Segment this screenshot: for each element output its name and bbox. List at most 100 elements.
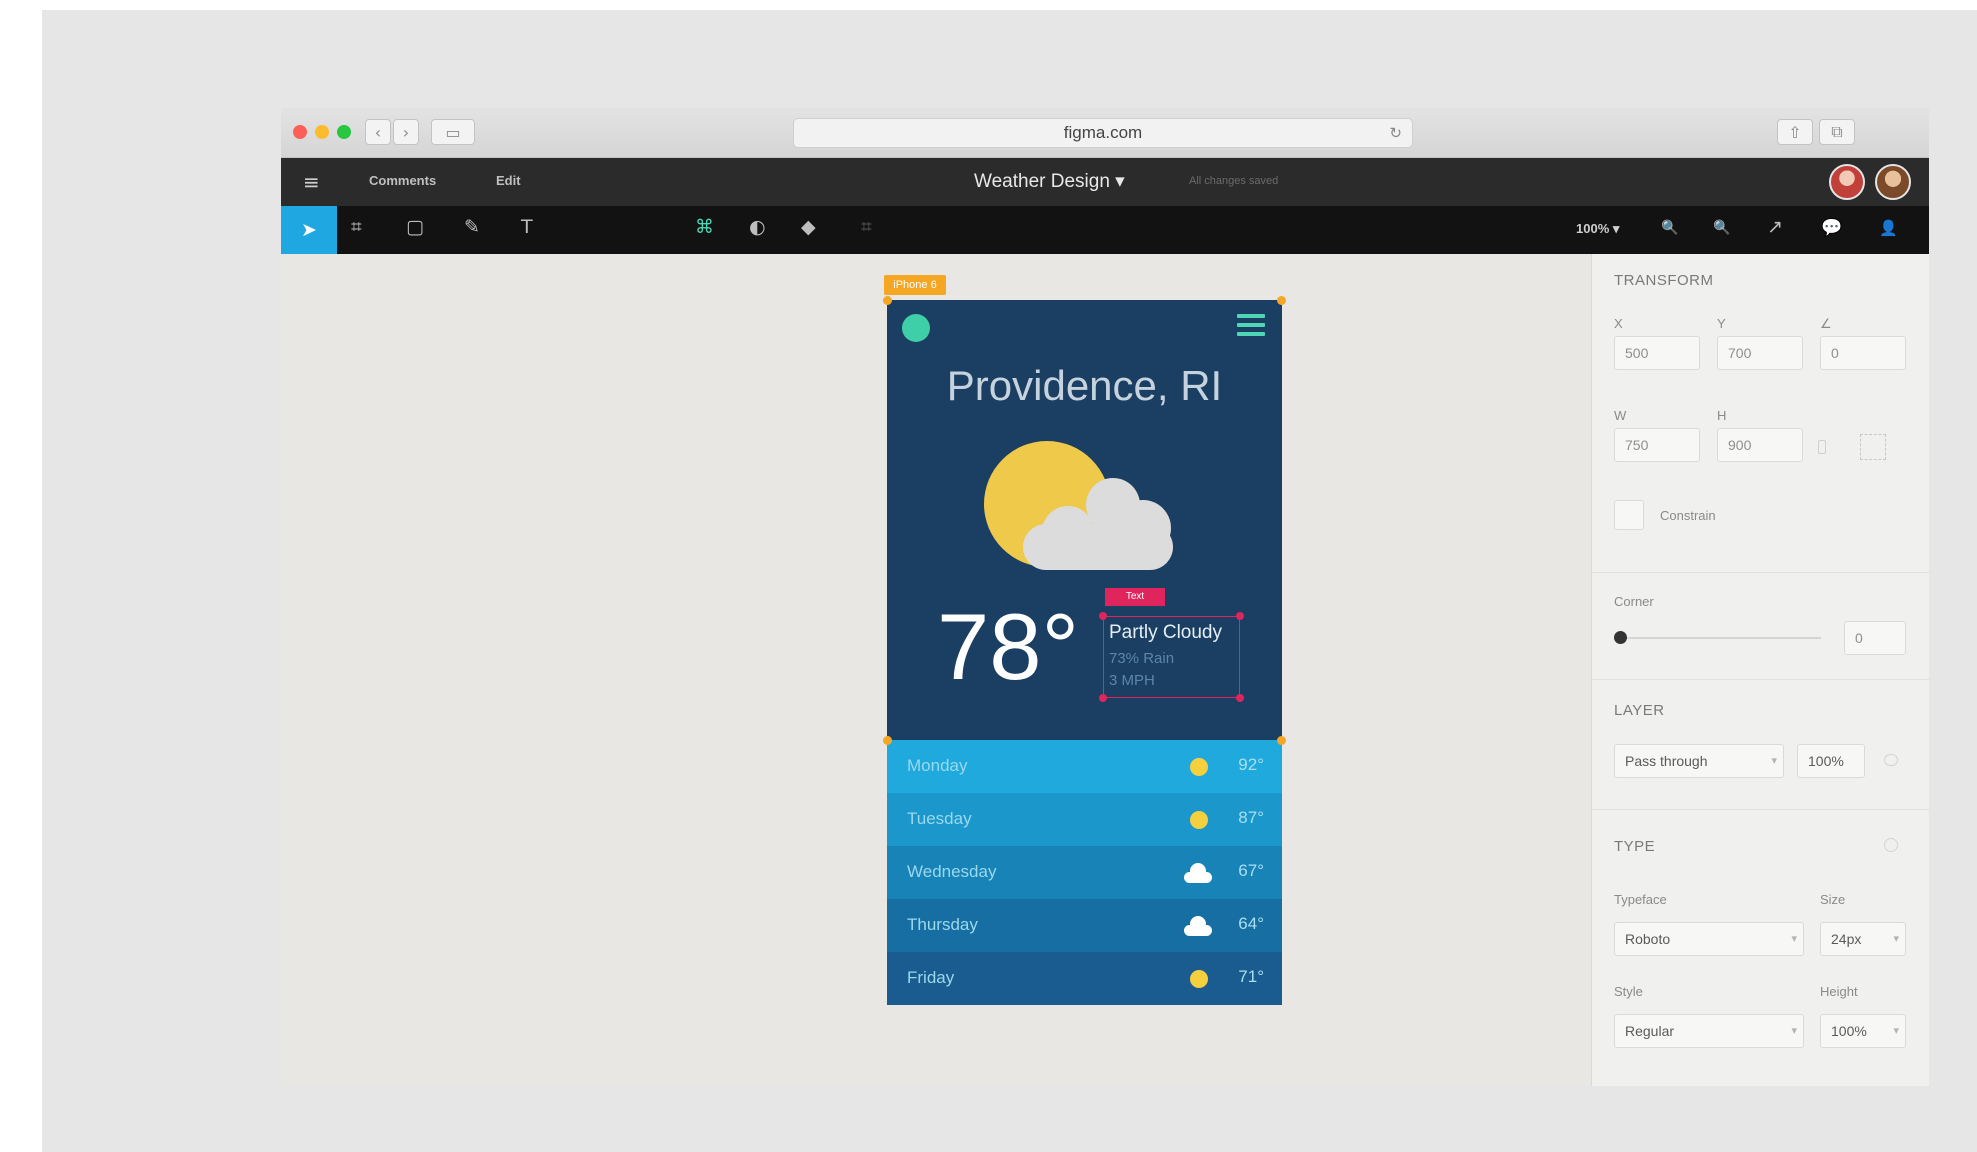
divider bbox=[1592, 679, 1929, 680]
component-tool-icon[interactable]: ⌘ bbox=[695, 216, 714, 238]
prototype-icon[interactable]: ↗ bbox=[1767, 216, 1783, 238]
forecast-row[interactable]: Tuesday 87° bbox=[887, 793, 1282, 846]
corner-input[interactable]: 0 bbox=[1844, 621, 1906, 655]
weather-condition[interactable]: Partly Cloudy bbox=[1109, 622, 1222, 644]
sun-icon bbox=[1190, 811, 1208, 829]
style-select[interactable]: Regular ▾ bbox=[1614, 1014, 1804, 1048]
share-icon[interactable]: ⇧ bbox=[1777, 119, 1813, 145]
app-logo-icon[interactable] bbox=[902, 314, 930, 342]
document-title[interactable]: Weather Design ▾ bbox=[974, 170, 1125, 193]
url-text: figma.com bbox=[1063, 123, 1143, 142]
eye-icon[interactable] bbox=[1884, 754, 1898, 766]
type-section-title: TYPE bbox=[1614, 838, 1656, 855]
resize-handle[interactable] bbox=[883, 296, 892, 305]
tabs-icon[interactable]: ⧉ bbox=[1819, 119, 1855, 145]
resize-handle[interactable] bbox=[1277, 736, 1286, 745]
forecast-temp: 87° bbox=[1238, 808, 1264, 827]
forecast-row[interactable]: Friday 71° bbox=[887, 952, 1282, 1005]
reload-icon[interactable]: ↻ bbox=[1389, 119, 1402, 147]
minimize-window-button[interactable] bbox=[315, 125, 329, 139]
back-icon[interactable]: ‹ bbox=[365, 119, 391, 145]
chevron-down-icon: ▾ bbox=[1791, 1024, 1797, 1037]
rain-chance[interactable]: 73% Rain bbox=[1109, 650, 1174, 667]
lock-ratio-icon[interactable] bbox=[1818, 440, 1826, 454]
rotation-input[interactable]: 0 bbox=[1820, 336, 1906, 370]
blend-mode-select[interactable]: Pass through ▾ bbox=[1614, 744, 1784, 778]
sidebar-toggle-icon[interactable]: ▭ bbox=[431, 119, 475, 145]
chevron-down-icon: ▾ bbox=[1771, 754, 1777, 767]
width-input[interactable]: 750 bbox=[1614, 428, 1700, 462]
corner-slider-knob[interactable] bbox=[1614, 631, 1627, 644]
avatar[interactable] bbox=[1875, 164, 1911, 200]
opacity-input[interactable]: 100% bbox=[1797, 744, 1865, 778]
boolean-tool-icon[interactable]: ◆ bbox=[801, 216, 816, 238]
forecast-row[interactable]: Monday 92° bbox=[887, 740, 1282, 793]
constrain-checkbox[interactable] bbox=[1614, 500, 1644, 530]
hamburger-icon[interactable] bbox=[1237, 314, 1265, 336]
app-toolbar: ➤ ⌗ ▢ ✎ T ⌘ ◐ ◆ ⌗ 100% ▾ 🔍 🔍 ↗ 💬 👤 bbox=[281, 206, 1929, 254]
height-input[interactable]: 900 bbox=[1717, 428, 1803, 462]
comments-menu[interactable]: Comments bbox=[369, 173, 436, 188]
browser-window: ‹ › ▭ figma.com ↻ ⇧ ⧉ ≡ Comments Edit We… bbox=[281, 108, 1929, 1086]
typeface-label: Typeface bbox=[1614, 892, 1667, 907]
constrain-label: Constrain bbox=[1660, 508, 1716, 523]
typeface-value: Roboto bbox=[1625, 931, 1671, 947]
phone-frame[interactable]: Providence, RI 78° Text Partly Cloudy 73… bbox=[883, 296, 1286, 1005]
resize-handle[interactable] bbox=[1236, 612, 1244, 620]
corner-label: Corner bbox=[1614, 594, 1654, 609]
type-settings-icon[interactable] bbox=[1884, 838, 1898, 852]
line-height-select[interactable]: 100% ▾ bbox=[1820, 1014, 1906, 1048]
pen-tool-icon[interactable]: ✎ bbox=[464, 216, 480, 238]
maximize-window-button[interactable] bbox=[337, 125, 351, 139]
zoom-in-icon[interactable]: 🔍 bbox=[1713, 220, 1730, 236]
corner-slider-track[interactable] bbox=[1621, 637, 1821, 639]
text-layer-tag: Text bbox=[1105, 588, 1165, 606]
edit-menu[interactable]: Edit bbox=[496, 173, 521, 188]
forward-icon[interactable]: › bbox=[393, 119, 419, 145]
close-window-button[interactable] bbox=[293, 125, 307, 139]
size-select[interactable]: 24px ▾ bbox=[1820, 922, 1906, 956]
cloud-icon bbox=[1184, 863, 1212, 883]
forecast-row[interactable]: Thursday 64° bbox=[887, 899, 1282, 952]
wind-speed[interactable]: 3 MPH bbox=[1109, 672, 1155, 689]
design-canvas[interactable]: iPhone 6 Providence, RI 78° Text Partly … bbox=[281, 254, 1591, 1086]
size-label: Size bbox=[1820, 892, 1846, 907]
current-temperature[interactable]: 78° bbox=[937, 600, 1079, 694]
style-value: Regular bbox=[1625, 1023, 1675, 1039]
resize-handle[interactable] bbox=[1236, 694, 1244, 702]
mask-tool-icon[interactable]: ◐ bbox=[749, 216, 766, 238]
address-bar[interactable]: figma.com ↻ bbox=[793, 118, 1413, 148]
blend-mode-value: Pass through bbox=[1625, 753, 1708, 769]
y-label: Y bbox=[1717, 316, 1726, 331]
forecast-temp: 71° bbox=[1238, 967, 1264, 986]
y-input[interactable]: 700 bbox=[1717, 336, 1803, 370]
forecast-row[interactable]: Wednesday 67° bbox=[887, 846, 1282, 899]
resize-handle[interactable] bbox=[1277, 296, 1286, 305]
resize-handle[interactable] bbox=[1099, 694, 1107, 702]
frame-label[interactable]: iPhone 6 bbox=[884, 275, 946, 295]
typeface-select[interactable]: Roboto ▾ bbox=[1614, 922, 1804, 956]
text-tool-icon[interactable]: T bbox=[521, 216, 533, 238]
chevron-down-icon: ▾ bbox=[1893, 1024, 1899, 1037]
crop-tool-icon[interactable]: ⌗ bbox=[861, 216, 872, 238]
user-icon[interactable]: 👤 bbox=[1879, 219, 1898, 237]
resize-to-fit-icon[interactable] bbox=[1860, 434, 1886, 460]
x-input[interactable]: 500 bbox=[1614, 336, 1700, 370]
comment-icon[interactable]: 💬 bbox=[1821, 218, 1842, 238]
partly-cloudy-icon[interactable] bbox=[983, 440, 1183, 590]
resize-handle[interactable] bbox=[883, 736, 892, 745]
shape-tool-icon[interactable]: ▢ bbox=[406, 216, 424, 238]
city-name[interactable]: Providence, RI bbox=[887, 362, 1282, 410]
app-menubar: ≡ Comments Edit Weather Design ▾ All cha… bbox=[281, 158, 1929, 206]
forecast-day: Wednesday bbox=[907, 862, 997, 881]
line-height-label: Height bbox=[1820, 984, 1858, 999]
avatar[interactable] bbox=[1829, 164, 1865, 200]
zoom-out-icon[interactable]: 🔍 bbox=[1661, 220, 1678, 236]
frame-tool-icon[interactable]: ⌗ bbox=[351, 216, 362, 238]
forecast-list: Monday 92° Tuesday 87° Wednesday 67° Thu… bbox=[887, 740, 1282, 1005]
resize-handle[interactable] bbox=[1099, 612, 1107, 620]
style-label: Style bbox=[1614, 984, 1643, 999]
main-menu-icon[interactable]: ≡ bbox=[303, 170, 320, 194]
move-tool-icon[interactable]: ➤ bbox=[281, 206, 337, 254]
zoom-level-dropdown[interactable]: 100% ▾ bbox=[1576, 221, 1619, 237]
